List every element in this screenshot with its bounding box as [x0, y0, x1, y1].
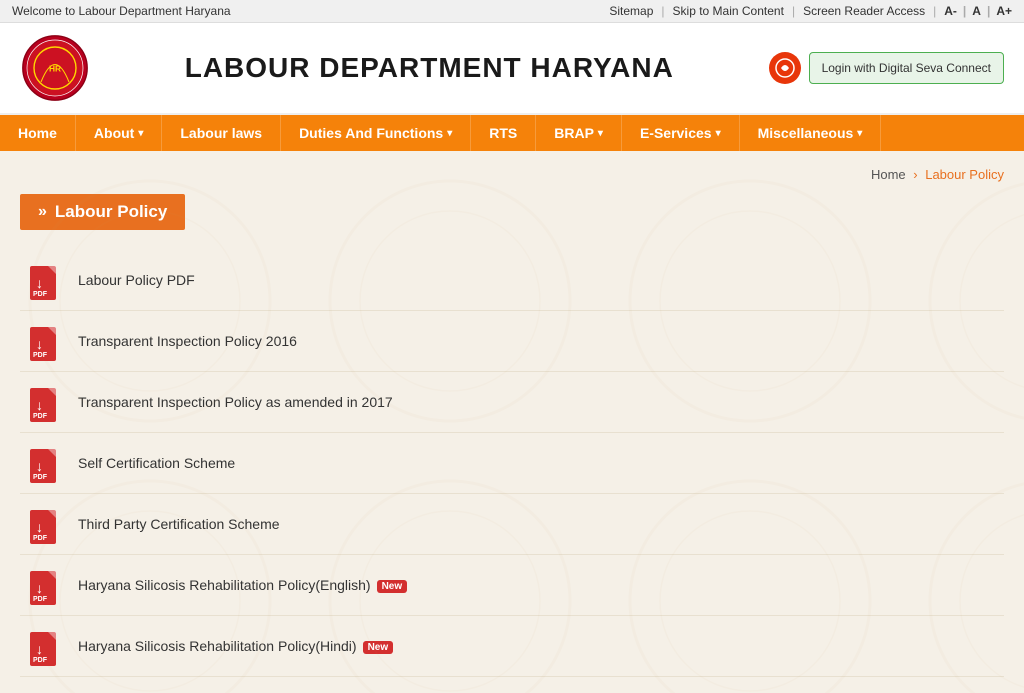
pdf-icon-6: ↓ PDF	[28, 628, 64, 664]
svg-text:↓: ↓	[36, 336, 43, 352]
policy-name-2: Transparent Inspection Policy as amended…	[78, 394, 393, 410]
sep5: |	[987, 4, 990, 18]
screen-reader-link[interactable]: Screen Reader Access	[803, 4, 925, 18]
header-title: LABOUR DEPARTMENT HARYANA	[90, 52, 769, 84]
svg-text:↓: ↓	[36, 580, 43, 596]
policy-name-1: Transparent Inspection Policy 2016	[78, 333, 297, 349]
skip-link[interactable]: Skip to Main Content	[673, 4, 784, 18]
nav-rts[interactable]: RTS	[471, 115, 536, 151]
policy-name-4: Third Party Certification Scheme	[78, 516, 280, 532]
policy-list: ↓ PDF Labour Policy PDF ↓ PDF Transparen…	[20, 250, 1004, 677]
seva-icon	[769, 52, 801, 84]
font-increase-btn[interactable]: A+	[996, 4, 1012, 18]
policy-item-4[interactable]: ↓ PDF Third Party Certification Scheme	[20, 494, 1004, 555]
pdf-icon-2: ↓ PDF	[28, 384, 64, 420]
pdf-icon-3: ↓ PDF	[28, 445, 64, 481]
svg-text:PDF: PDF	[33, 291, 48, 298]
breadcrumb-current: Labour Policy	[925, 167, 1004, 182]
sep3: |	[933, 4, 936, 18]
brap-arrow: ▾	[598, 128, 603, 139]
sep1: |	[661, 4, 664, 18]
svg-text:PDF: PDF	[33, 474, 48, 481]
breadcrumb-separator: ›	[913, 167, 921, 182]
policy-item-2[interactable]: ↓ PDF Transparent Inspection Policy as a…	[20, 372, 1004, 433]
policy-item-0[interactable]: ↓ PDF Labour Policy PDF	[20, 250, 1004, 311]
top-bar-right: Sitemap | Skip to Main Content | Screen …	[609, 4, 1012, 18]
page-title: Labour Policy	[55, 202, 167, 222]
main-nav: Home About ▾ Labour laws Duties And Func…	[0, 115, 1024, 151]
header: HR LABOUR DEPARTMENT HARYANA Login with …	[0, 23, 1024, 115]
svg-text:↓: ↓	[36, 641, 43, 657]
new-badge-5: New	[377, 580, 408, 593]
policy-name-3: Self Certification Scheme	[78, 455, 235, 471]
new-badge-6: New	[363, 641, 394, 654]
svg-text:PDF: PDF	[33, 352, 48, 359]
nav-eservices[interactable]: E-Services ▾	[622, 115, 740, 151]
digital-seva-button[interactable]: Login with Digital Seva Connect	[809, 52, 1004, 84]
policy-item-5[interactable]: ↓ PDF Haryana Silicosis Rehabilitation P…	[20, 555, 1004, 616]
duties-arrow: ▾	[447, 128, 452, 139]
policy-name-5: Haryana Silicosis Rehabilitation Policy(…	[78, 577, 407, 593]
svg-text:↓: ↓	[36, 275, 43, 291]
sep4: |	[963, 4, 966, 18]
breadcrumb: Home › Labour Policy	[20, 167, 1004, 182]
policy-item-1[interactable]: ↓ PDF Transparent Inspection Policy 2016	[20, 311, 1004, 372]
font-decrease-btn[interactable]: A-	[944, 4, 957, 18]
nav-brap[interactable]: BRAP ▾	[536, 115, 622, 151]
nav-about[interactable]: About ▾	[76, 115, 162, 151]
svg-text:↓: ↓	[36, 519, 43, 535]
policy-item-6[interactable]: ↓ PDF Haryana Silicosis Rehabilitation P…	[20, 616, 1004, 677]
svg-text:PDF: PDF	[33, 535, 48, 542]
policy-item-3[interactable]: ↓ PDF Self Certification Scheme	[20, 433, 1004, 494]
nav-labour-laws[interactable]: Labour laws	[162, 115, 281, 151]
svg-text:PDF: PDF	[33, 657, 48, 664]
svg-text:PDF: PDF	[33, 596, 48, 603]
page-title-bar: » Labour Policy	[20, 194, 185, 230]
logo: HR	[20, 33, 90, 103]
nav-home[interactable]: Home	[0, 115, 76, 151]
pdf-icon-0: ↓ PDF	[28, 262, 64, 298]
pdf-icon-4: ↓ PDF	[28, 506, 64, 542]
welcome-text: Welcome to Labour Department Haryana	[12, 4, 231, 18]
font-size-controls: A- | A | A+	[944, 4, 1012, 18]
nav-miscellaneous[interactable]: Miscellaneous ▾	[740, 115, 882, 151]
svg-text:↓: ↓	[36, 458, 43, 474]
misc-arrow: ▾	[857, 128, 862, 139]
breadcrumb-home[interactable]: Home	[871, 167, 906, 182]
double-arrow-icon: »	[38, 203, 47, 221]
sep2: |	[792, 4, 795, 18]
svg-text:PDF: PDF	[33, 413, 48, 420]
policy-name-6: Haryana Silicosis Rehabilitation Policy(…	[78, 638, 393, 654]
pdf-icon-1: ↓ PDF	[28, 323, 64, 359]
sitemap-link[interactable]: Sitemap	[609, 4, 653, 18]
content-area: Home › Labour Policy » Labour Policy ↓ P…	[0, 151, 1024, 693]
about-arrow: ▾	[138, 128, 143, 139]
header-login: Login with Digital Seva Connect	[769, 52, 1004, 84]
eservices-arrow: ▾	[716, 128, 721, 139]
font-normal-btn[interactable]: A	[972, 4, 981, 18]
svg-text:↓: ↓	[36, 397, 43, 413]
top-bar: Welcome to Labour Department Haryana Sit…	[0, 0, 1024, 23]
policy-name-0: Labour Policy PDF	[78, 272, 195, 288]
nav-duties[interactable]: Duties And Functions ▾	[281, 115, 471, 151]
pdf-icon-5: ↓ PDF	[28, 567, 64, 603]
